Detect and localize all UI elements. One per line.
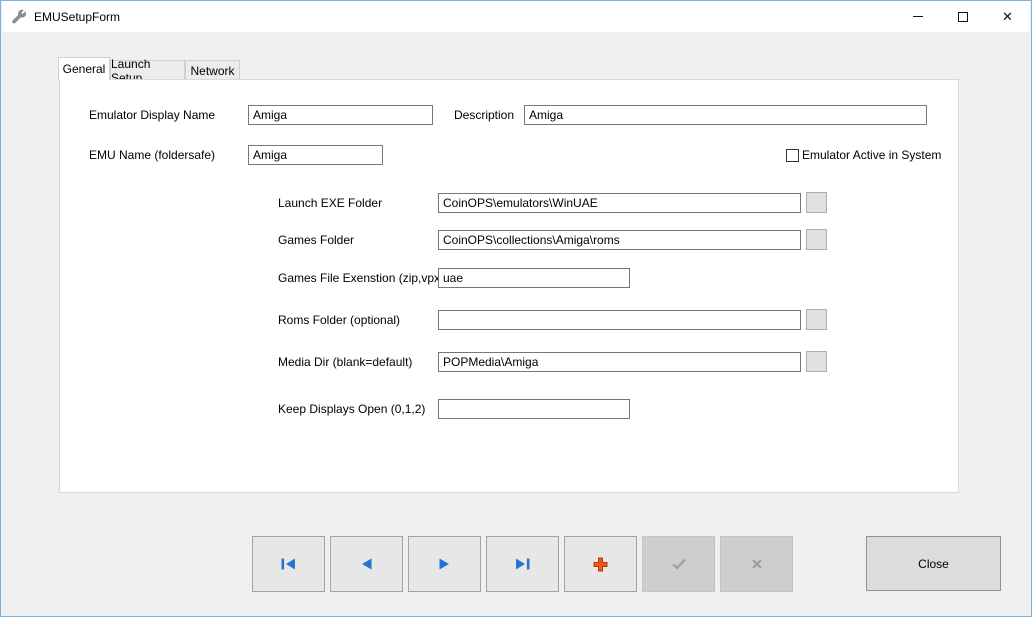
emulator-display-name-label: Emulator Display Name bbox=[89, 105, 215, 125]
emulator-active-checkbox[interactable] bbox=[786, 149, 799, 162]
games-file-extension-input[interactable] bbox=[438, 268, 630, 288]
launch-exe-folder-browse-button[interactable] bbox=[806, 192, 827, 213]
description-input[interactable] bbox=[524, 105, 927, 125]
close-window-button[interactable]: ✕ bbox=[985, 1, 1030, 32]
window-controls: ✕ bbox=[895, 1, 1030, 32]
tab-general-label: General bbox=[63, 62, 106, 76]
launch-exe-folder-input[interactable] bbox=[438, 193, 801, 213]
first-record-button[interactable] bbox=[252, 536, 325, 592]
close-button-label: Close bbox=[918, 557, 949, 571]
roms-folder-input[interactable] bbox=[438, 310, 801, 330]
close-button[interactable]: Close bbox=[866, 536, 1001, 591]
media-dir-browse-button[interactable] bbox=[806, 351, 827, 372]
last-record-button[interactable] bbox=[486, 536, 559, 592]
previous-record-icon bbox=[361, 558, 372, 570]
games-file-extension-label: Games File Exenstion (zip,vpx) bbox=[278, 268, 444, 288]
description-label: Description bbox=[454, 105, 514, 125]
maximize-button[interactable] bbox=[940, 1, 985, 32]
confirm-record-button[interactable] bbox=[642, 536, 715, 592]
tab-network[interactable]: Network bbox=[185, 60, 240, 80]
games-folder-label: Games Folder bbox=[278, 230, 354, 250]
last-record-icon bbox=[515, 558, 530, 570]
launch-exe-folder-label: Launch EXE Folder bbox=[278, 193, 382, 213]
tab-launch-setup[interactable]: Launch Setup bbox=[110, 60, 185, 80]
roms-folder-label: Roms Folder (optional) bbox=[278, 310, 400, 330]
x-icon bbox=[751, 558, 763, 570]
window-title: EMUSetupForm bbox=[34, 10, 120, 24]
minimize-button[interactable] bbox=[895, 1, 940, 32]
emulator-active-checkbox-row: Emulator Active in System bbox=[786, 145, 941, 165]
emusetup-window: EMUSetupForm ✕ General Launch Setup Netw… bbox=[0, 0, 1032, 617]
titlebar: EMUSetupForm ✕ bbox=[2, 1, 1030, 32]
emulator-active-label: Emulator Active in System bbox=[802, 148, 941, 162]
roms-folder-browse-button[interactable] bbox=[806, 309, 827, 330]
next-record-button[interactable] bbox=[408, 536, 481, 592]
first-record-icon bbox=[281, 558, 296, 570]
checkmark-icon bbox=[671, 558, 687, 570]
wrench-icon bbox=[11, 9, 27, 25]
close-icon: ✕ bbox=[1002, 10, 1013, 23]
cancel-record-button[interactable] bbox=[720, 536, 793, 592]
media-dir-label: Media Dir (blank=default) bbox=[278, 352, 412, 372]
minimize-icon bbox=[913, 16, 923, 17]
next-record-icon bbox=[439, 558, 450, 570]
games-folder-browse-button[interactable] bbox=[806, 229, 827, 250]
add-record-button[interactable] bbox=[564, 536, 637, 592]
media-dir-input[interactable] bbox=[438, 352, 801, 372]
previous-record-button[interactable] bbox=[330, 536, 403, 592]
keep-displays-open-input[interactable] bbox=[438, 399, 630, 419]
emulator-display-name-input[interactable] bbox=[248, 105, 433, 125]
emu-name-label: EMU Name (foldersafe) bbox=[89, 145, 215, 165]
emu-name-input[interactable] bbox=[248, 145, 383, 165]
tab-general[interactable]: General bbox=[58, 57, 110, 80]
tab-network-label: Network bbox=[190, 64, 234, 78]
keep-displays-open-label: Keep Displays Open (0,1,2) bbox=[278, 399, 425, 419]
maximize-icon bbox=[958, 12, 968, 22]
games-folder-input[interactable] bbox=[438, 230, 801, 250]
add-record-icon bbox=[593, 557, 608, 572]
